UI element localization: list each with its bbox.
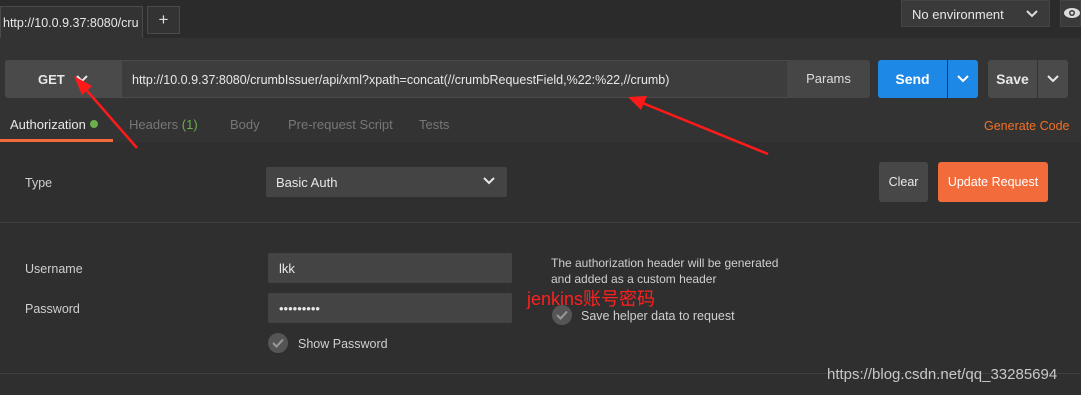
new-tab-button[interactable]: + [147, 6, 180, 34]
auth-header-note: The authorization header will be generat… [551, 256, 779, 286]
chevron-down-icon [482, 174, 496, 191]
tab-pre-request-script[interactable]: Pre-request Script [288, 117, 393, 132]
headers-count: (1) [181, 117, 198, 132]
url-input[interactable]: http://10.0.9.37:8080/crumbIssuer/api/xm… [122, 60, 787, 98]
method-value: GET [38, 72, 65, 87]
tab-authorization-label: Authorization [10, 117, 86, 132]
tab-authorization[interactable]: Authorization [10, 117, 98, 132]
params-button[interactable]: Params [787, 60, 870, 98]
environment-value: No environment [912, 7, 1004, 22]
request-tab[interactable]: http://10.0.9.37:8080/cru [0, 6, 143, 38]
send-button[interactable]: Send [878, 60, 947, 98]
method-select[interactable]: GET [5, 60, 122, 98]
clear-button[interactable]: Clear [879, 162, 928, 202]
chevron-down-icon [957, 73, 969, 88]
chevron-down-icon [1047, 73, 1059, 88]
tab-headers[interactable]: Headers (1) [129, 117, 198, 132]
password-label: Password [25, 302, 80, 316]
active-dot-icon [89, 120, 98, 128]
environment-quick-look-button[interactable] [1060, 0, 1081, 27]
chevron-down-icon [1025, 6, 1039, 23]
auth-type-value: Basic Auth [276, 175, 338, 190]
tab-body[interactable]: Body [230, 117, 260, 132]
divider [0, 222, 1081, 223]
show-password-checkbox[interactable] [268, 333, 288, 353]
save-options-button[interactable] [1038, 60, 1068, 98]
watermark: https://blog.csdn.net/qq_33285694 [827, 366, 1058, 383]
tab-tests[interactable]: Tests [419, 117, 449, 132]
auth-type-select[interactable]: Basic Auth [266, 167, 507, 197]
tab-headers-label: Headers [129, 117, 179, 132]
request-tab-title: http://10.0.9.37:8080/cru [3, 16, 139, 30]
check-icon [272, 338, 284, 348]
eye-icon [1061, 8, 1081, 30]
environment-select[interactable]: No environment [901, 0, 1050, 27]
generate-code-link[interactable]: Generate Code [984, 119, 1069, 133]
update-request-button[interactable]: Update Request [938, 162, 1048, 202]
show-password-label: Show Password [298, 337, 388, 351]
send-options-button[interactable] [948, 60, 978, 98]
save-button[interactable]: Save [988, 60, 1037, 98]
check-icon [556, 310, 568, 320]
type-label: Type [25, 176, 53, 190]
username-input[interactable]: lkk [268, 253, 512, 283]
username-label: Username [25, 262, 83, 276]
chevron-down-icon [75, 72, 89, 89]
annotation-text: jenkins账号密码 [527, 289, 656, 309]
password-input[interactable]: ••••••••• [268, 293, 512, 323]
save-helper-label: Save helper data to request [581, 309, 735, 323]
